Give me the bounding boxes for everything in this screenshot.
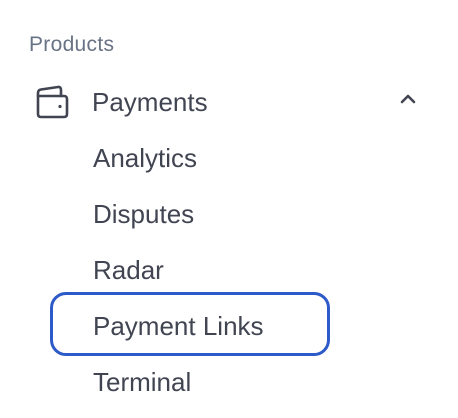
chevron-up-icon[interactable] bbox=[399, 92, 417, 106]
sidebar-item-analytics[interactable]: Analytics bbox=[93, 142, 197, 174]
sidebar-item-radar[interactable]: Radar bbox=[93, 254, 164, 286]
products-section-label: Products bbox=[29, 33, 115, 56]
sidebar-item-terminal[interactable]: Terminal bbox=[93, 366, 191, 398]
sidebar-item-payment-links[interactable]: Payment Links bbox=[93, 310, 264, 342]
payments-label: Payments bbox=[92, 87, 208, 117]
payments-nav-item[interactable]: Payments bbox=[30, 80, 425, 124]
wallet-icon bbox=[33, 84, 71, 120]
sidebar-item-disputes[interactable]: Disputes bbox=[93, 198, 194, 230]
